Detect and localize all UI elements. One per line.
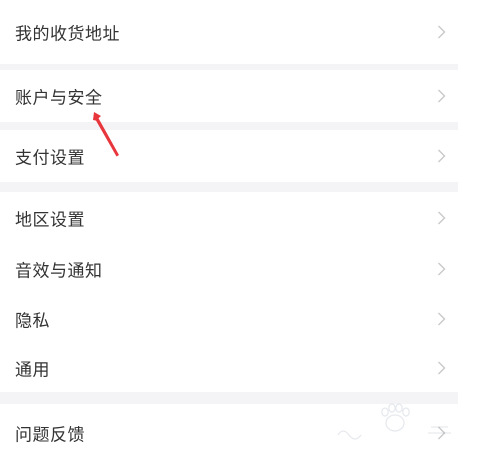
- chevron-right-icon: [437, 312, 446, 326]
- chevron-right-icon: [437, 262, 446, 276]
- chevron-right-icon: [437, 149, 446, 163]
- settings-item-shipping-address[interactable]: 我的收货地址: [0, 0, 458, 64]
- settings-item-label: 通用: [15, 360, 50, 381]
- settings-item-label: 问题反馈: [15, 425, 85, 445]
- chevron-right-icon: [437, 426, 446, 440]
- settings-item-label: 支付设置: [15, 148, 85, 169]
- chevron-right-icon: [437, 25, 446, 39]
- chevron-right-icon: [437, 89, 446, 103]
- settings-item-account-security[interactable]: 账户与安全: [0, 70, 458, 122]
- settings-item-label: 我的收货地址: [15, 24, 120, 45]
- chevron-right-icon: [437, 361, 446, 375]
- settings-item-general[interactable]: 通用: [0, 344, 458, 392]
- settings-item-feedback[interactable]: 问题反馈: [0, 404, 458, 461]
- settings-item-region[interactable]: 地区设置: [0, 192, 458, 244]
- settings-item-label: 隐私: [15, 311, 50, 332]
- settings-item-label: 账户与安全: [15, 88, 103, 109]
- settings-item-label: 地区设置: [15, 210, 85, 231]
- chevron-right-icon: [437, 211, 446, 225]
- settings-list: 我的收货地址 账户与安全 支付设置 地区设置 音效与通知 隐私 通用 问题反馈: [0, 0, 458, 461]
- settings-item-sound-notification[interactable]: 音效与通知: [0, 244, 458, 294]
- settings-item-label: 音效与通知: [15, 261, 103, 282]
- settings-item-payment[interactable]: 支付设置: [0, 130, 458, 182]
- settings-item-privacy[interactable]: 隐私: [0, 294, 458, 344]
